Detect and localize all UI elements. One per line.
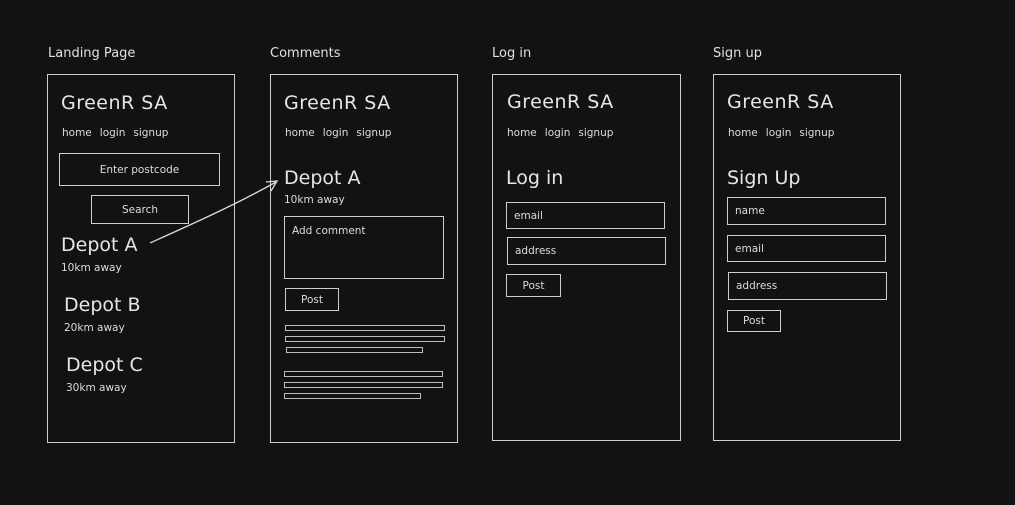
search-button[interactable]: Search bbox=[91, 195, 189, 224]
comment-line bbox=[284, 371, 443, 377]
nav-bar: home login signup bbox=[62, 127, 176, 139]
comment-line bbox=[285, 325, 445, 331]
landing-page-frame: GreenR SA home login signup Enter postcode… bbox=[47, 74, 235, 443]
depot-c-distance: 30km away bbox=[66, 382, 127, 394]
nav-home-link[interactable]: home bbox=[507, 127, 537, 139]
comment-textarea[interactable]: Add comment bbox=[284, 216, 444, 279]
nav-signup-link[interactable]: signup bbox=[799, 127, 834, 139]
address-field[interactable]: address bbox=[507, 237, 666, 265]
nav-login-link[interactable]: login bbox=[323, 127, 349, 139]
depot-distance: 10km away bbox=[284, 194, 345, 206]
nav-signup-link[interactable]: signup bbox=[578, 127, 613, 139]
caption-sign-up: Sign up bbox=[713, 46, 762, 61]
nav-login-link[interactable]: login bbox=[100, 127, 126, 139]
signup-title: Sign Up bbox=[727, 167, 801, 189]
caption-landing-page: Landing Page bbox=[48, 46, 136, 61]
depot-a-distance: 10km away bbox=[61, 262, 122, 274]
post-button[interactable]: Post bbox=[285, 288, 339, 311]
comments-frame: GreenR SA home login signup Depot A 10km a… bbox=[270, 74, 458, 443]
depot-c-title[interactable]: Depot C bbox=[66, 354, 143, 376]
nav-bar: home login signup bbox=[507, 127, 621, 139]
comment-line bbox=[286, 347, 423, 353]
nav-signup-link[interactable]: signup bbox=[133, 127, 168, 139]
nav-home-link[interactable]: home bbox=[728, 127, 758, 139]
depot-b-distance: 20km away bbox=[64, 322, 125, 334]
depot-a-title[interactable]: Depot A bbox=[61, 234, 138, 256]
brand-title: GreenR SA bbox=[507, 91, 614, 113]
caption-comments: Comments bbox=[270, 46, 341, 61]
login-title: Log in bbox=[506, 167, 564, 189]
login-frame: GreenR SA home login signup Log in email a… bbox=[492, 74, 681, 441]
nav-home-link[interactable]: home bbox=[62, 127, 92, 139]
post-button[interactable]: Post bbox=[506, 274, 561, 297]
postcode-input[interactable]: Enter postcode bbox=[59, 153, 220, 186]
comment-line bbox=[284, 382, 443, 388]
brand-title: GreenR SA bbox=[61, 92, 168, 114]
signup-frame: GreenR SA home login signup Sign Up name e… bbox=[713, 74, 901, 441]
comment-line bbox=[285, 336, 445, 342]
nav-bar: home login signup bbox=[728, 127, 842, 139]
brand-title: GreenR SA bbox=[284, 92, 391, 114]
comment-line bbox=[284, 393, 421, 399]
name-field[interactable]: name bbox=[727, 197, 886, 225]
depot-b-title[interactable]: Depot B bbox=[64, 294, 141, 316]
nav-home-link[interactable]: home bbox=[285, 127, 315, 139]
address-field[interactable]: address bbox=[728, 272, 887, 300]
depot-title: Depot A bbox=[284, 167, 361, 189]
post-button[interactable]: Post bbox=[727, 310, 781, 332]
nav-login-link[interactable]: login bbox=[766, 127, 792, 139]
nav-bar: home login signup bbox=[285, 127, 399, 139]
email-field[interactable]: email bbox=[727, 235, 886, 262]
nav-login-link[interactable]: login bbox=[545, 127, 571, 139]
brand-title: GreenR SA bbox=[727, 91, 834, 113]
caption-log-in: Log in bbox=[492, 46, 532, 61]
nav-signup-link[interactable]: signup bbox=[356, 127, 391, 139]
email-field[interactable]: email bbox=[506, 202, 665, 229]
